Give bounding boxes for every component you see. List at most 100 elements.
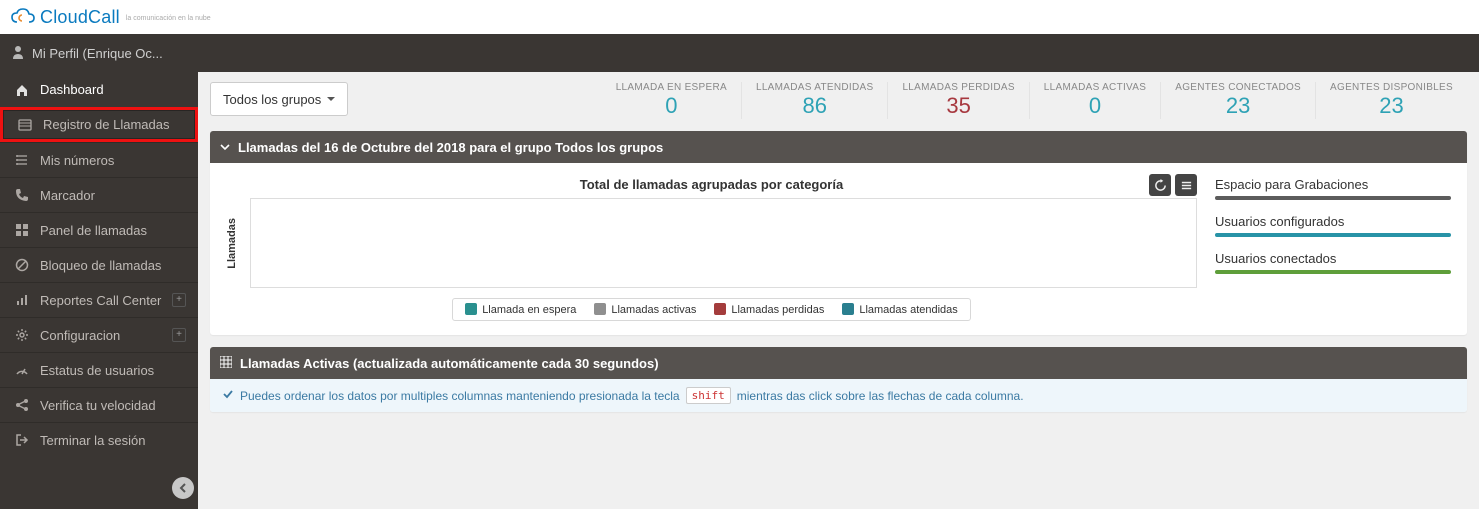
sort-tip-pre: Puedes ordenar los datos por multiples c… [240, 389, 680, 403]
sidebar-item-chart[interactable]: Reportes Call Center + [0, 282, 198, 317]
sidebar-item-share[interactable]: Verifica tu velocidad [0, 387, 198, 422]
table-icon [220, 356, 232, 371]
profile-label: Mi Perfil (Enrique Oc... [32, 46, 163, 61]
chart-icon [14, 293, 30, 307]
sidebar-collapse-button[interactable] [172, 477, 194, 499]
sidebar-item-label: Verifica tu velocidad [40, 398, 156, 413]
sidebar-item-label: Terminar la sesión [40, 433, 146, 448]
share-icon [14, 398, 30, 412]
sidebar-item-label: Mis números [40, 153, 114, 168]
phone-icon [14, 188, 30, 202]
chart-column: Total de llamadas agrupadas por categorí… [226, 177, 1197, 321]
legend-item[interactable]: Llamadas perdidas [714, 303, 824, 316]
metric-label: Espacio para Grabaciones [1215, 177, 1451, 192]
metric-label: Usuarios configurados [1215, 214, 1451, 229]
sidebar-item-label: Registro de Llamadas [43, 117, 169, 132]
sidebar-item-list[interactable]: Registro de Llamadas [0, 107, 198, 142]
sort-tip-post: mientras das click sobre las flechas de … [737, 389, 1024, 403]
grid-icon [14, 223, 30, 237]
metric-bar [1215, 233, 1451, 237]
list-icon [17, 118, 33, 132]
active-calls-panel: Llamadas Activas (actualizada automática… [210, 347, 1467, 412]
legend-item[interactable]: Llamadas atendidas [842, 303, 957, 316]
sidebar-item-logout[interactable]: Terminar la sesión [0, 422, 198, 457]
calls-panel-title: Llamadas del 16 de Octubre del 2018 para… [238, 140, 663, 155]
chevron-down-icon [220, 140, 230, 155]
stats-strip: LLAMADA EN ESPERA0LLAMADAS ATENDIDAS86LL… [602, 82, 1467, 119]
calls-panel: Llamadas del 16 de Octubre del 2018 para… [210, 131, 1467, 335]
home-icon [14, 83, 30, 97]
sidebar-item-label: Dashboard [40, 82, 104, 97]
gauge-icon [14, 363, 30, 377]
active-calls-title: Llamadas Activas (actualizada automática… [240, 356, 659, 371]
caret-down-icon [327, 97, 335, 105]
hash-icon [14, 153, 30, 167]
stat-label: AGENTES DISPONIBLES [1330, 82, 1453, 93]
chart-menu-button[interactable] [1175, 174, 1197, 196]
metric-bar [1215, 196, 1451, 200]
stat-label: LLAMADAS ACTIVAS [1044, 82, 1146, 93]
sidebar-item-label: Estatus de usuarios [40, 363, 154, 378]
calls-panel-header[interactable]: Llamadas del 16 de Octubre del 2018 para… [210, 131, 1467, 163]
legend-swatch [842, 303, 854, 315]
legend-item[interactable]: Llamada en espera [465, 303, 576, 316]
sidebar-item-ban[interactable]: Bloqueo de llamadas [0, 247, 198, 282]
chart-title: Total de llamadas agrupadas por categorí… [226, 177, 1197, 192]
group-filter-label: Todos los grupos [223, 92, 321, 107]
legend-item[interactable]: Llamadas activas [594, 303, 696, 316]
sidebar-item-label: Bloqueo de llamadas [40, 258, 161, 273]
top-logo-bar: CloudCall la comunicación en la nube [0, 0, 1479, 34]
group-filter-dropdown[interactable]: Todos los grupos [210, 82, 348, 116]
brand-tagline: la comunicación en la nube [126, 15, 211, 22]
stat-label: LLAMADA EN ESPERA [616, 82, 727, 93]
check-icon [222, 388, 234, 403]
sort-tip-kbd: shift [686, 387, 731, 404]
sidebar-item-hash[interactable]: Mis números [0, 142, 198, 177]
active-calls-header[interactable]: Llamadas Activas (actualizada automática… [210, 347, 1467, 379]
content-area: Todos los grupos LLAMADA EN ESPERA0LLAMA… [198, 72, 1479, 509]
chart-toolbar [1149, 174, 1197, 196]
stat-block: AGENTES DISPONIBLES23 [1315, 82, 1467, 119]
cloud-icon [10, 8, 36, 26]
stat-block: LLAMADAS ATENDIDAS86 [741, 82, 887, 119]
stat-value: 86 [756, 93, 873, 119]
filter-stats-row: Todos los grupos LLAMADA EN ESPERA0LLAMA… [210, 82, 1467, 119]
user-icon [12, 45, 24, 62]
stat-block: LLAMADAS PERDIDAS35 [887, 82, 1028, 119]
stat-label: LLAMADAS ATENDIDAS [756, 82, 873, 93]
stat-value: 35 [902, 93, 1014, 119]
sidebar-item-phone[interactable]: Marcador [0, 177, 198, 212]
sort-tip: Puedes ordenar los datos por multiples c… [210, 379, 1467, 412]
metric: Usuarios configurados [1215, 214, 1451, 237]
sidebar-item-home[interactable]: Dashboard [0, 72, 198, 107]
expand-icon: + [172, 293, 186, 307]
stat-label: LLAMADAS PERDIDAS [902, 82, 1014, 93]
sidebar-item-label: Reportes Call Center [40, 293, 161, 308]
metric: Espacio para Grabaciones [1215, 177, 1451, 200]
logout-icon [14, 433, 30, 447]
chart-y-axis-label: Llamadas [226, 218, 238, 269]
ban-icon [14, 258, 30, 272]
brand-logo: CloudCall la comunicación en la nube [10, 7, 211, 28]
metric-label: Usuarios conectados [1215, 251, 1451, 266]
legend-swatch [714, 303, 726, 315]
metric-bar [1215, 270, 1451, 274]
legend-swatch [465, 303, 477, 315]
sidebar-item-label: Configuracion [40, 328, 120, 343]
sidebar-item-gauge[interactable]: Estatus de usuarios [0, 352, 198, 387]
stat-value: 0 [1044, 93, 1146, 119]
sidebar-item-grid[interactable]: Panel de llamadas [0, 212, 198, 247]
stat-value: 0 [616, 93, 727, 119]
stat-value: 23 [1175, 93, 1301, 119]
sidebar-item-label: Marcador [40, 188, 95, 203]
profile-bar[interactable]: Mi Perfil (Enrique Oc... [0, 34, 1479, 72]
expand-icon: + [172, 328, 186, 342]
chart-plot-area [250, 198, 1197, 288]
stat-block: AGENTES CONECTADOS23 [1160, 82, 1315, 119]
chart-refresh-button[interactable] [1149, 174, 1171, 196]
sidebar-item-gear[interactable]: Configuracion + [0, 317, 198, 352]
sidebar-item-label: Panel de llamadas [40, 223, 147, 238]
stat-label: AGENTES CONECTADOS [1175, 82, 1301, 93]
brand-name: CloudCall [40, 7, 120, 28]
chart-legend: Llamada en espera Llamadas activas Llamada… [452, 298, 971, 321]
